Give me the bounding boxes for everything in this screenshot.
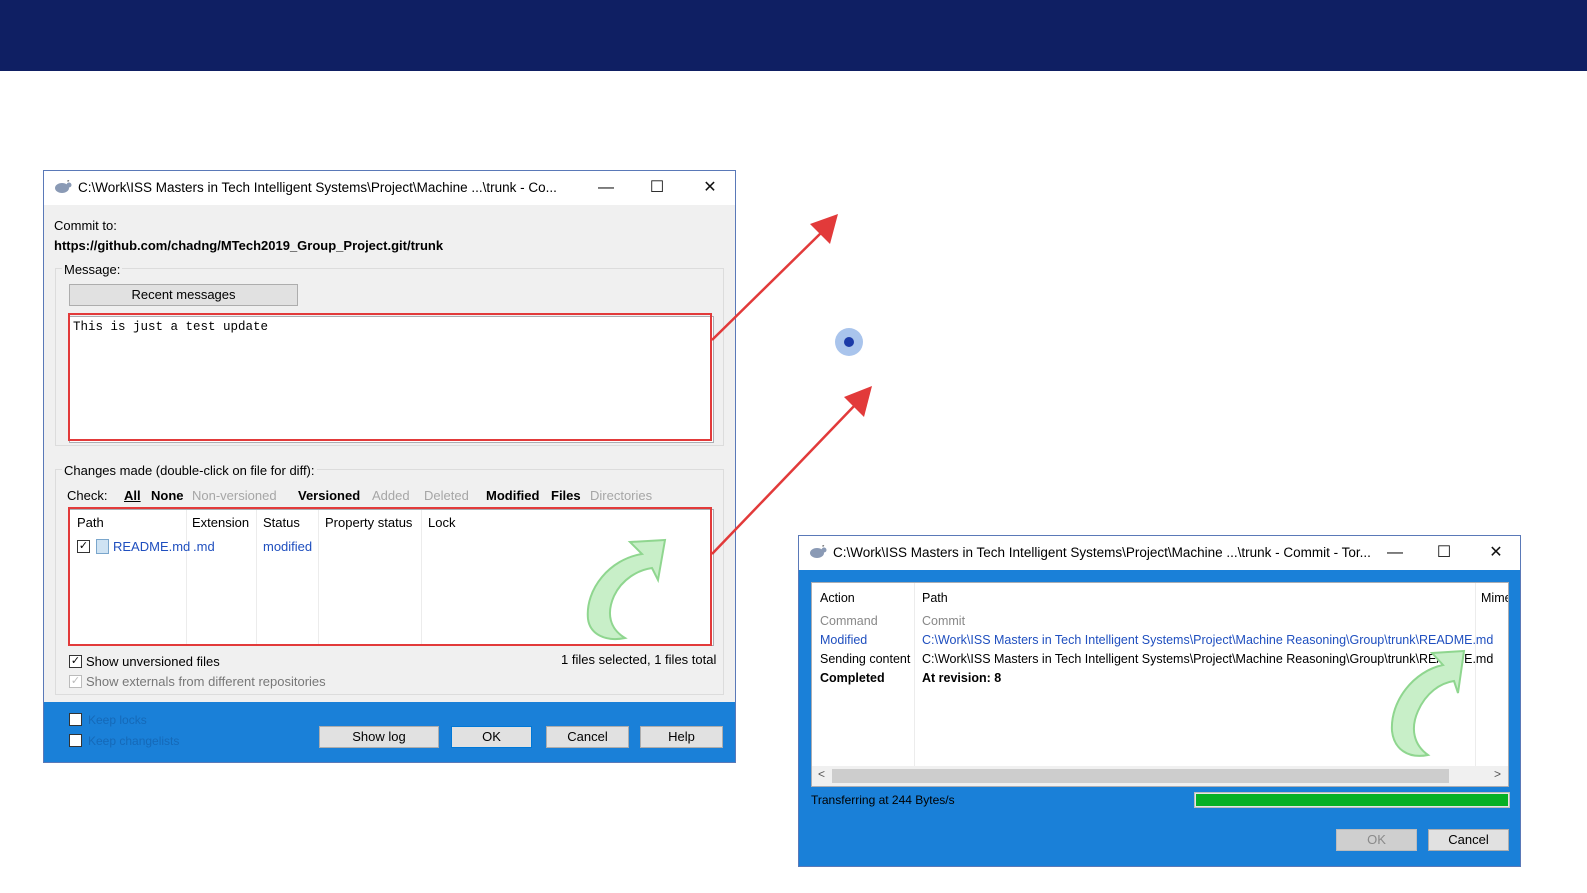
column-divider: [1475, 583, 1476, 766]
scroll-left-icon[interactable]: <: [818, 767, 825, 781]
minimize-icon[interactable]: —: [583, 175, 629, 201]
maximize-icon[interactable]: ☐: [1421, 540, 1467, 566]
check-label: Check:: [67, 488, 108, 503]
minimize-icon[interactable]: —: [1372, 540, 1418, 566]
cancel-button[interactable]: Cancel: [546, 726, 629, 748]
column-action[interactable]: Action: [820, 591, 855, 605]
commit-progress-dialog: * C:\Work\ISS Masters in Tech Intelligen…: [798, 535, 1521, 867]
close-icon[interactable]: ✕: [687, 175, 733, 201]
filter-none-link[interactable]: None: [151, 488, 184, 503]
window-title: C:\Work\ISS Masters in Tech Intelligent …: [833, 545, 1371, 560]
progress-list[interactable]: Action Path Mime Command Commit Modified…: [811, 582, 1509, 787]
keep-locks-label: Keep locks: [88, 713, 147, 727]
filter-added-link[interactable]: Added: [372, 488, 410, 503]
commit-to-label: Commit to:: [54, 218, 117, 233]
maximize-icon[interactable]: ☐: [634, 175, 680, 201]
row-action: Sending content: [820, 652, 911, 666]
filter-nonversioned-link[interactable]: Non-versioned: [192, 488, 277, 503]
slide-header-bar: [0, 0, 1587, 71]
show-externals-checkbox[interactable]: ✓: [69, 675, 82, 688]
commit-dialog: * C:\Work\ISS Masters in Tech Intelligen…: [43, 170, 736, 763]
tortoise-app-icon: *: [54, 180, 72, 194]
progress-dialog-titlebar[interactable]: * C:\Work\ISS Masters in Tech Intelligen…: [799, 536, 1520, 570]
row-action: Modified: [820, 633, 868, 647]
cancel-button[interactable]: Cancel: [1428, 829, 1509, 851]
filter-modified-link[interactable]: Modified: [486, 488, 539, 503]
keep-locks-checkbox[interactable]: [69, 713, 82, 726]
column-divider: [914, 583, 915, 766]
scroll-right-icon[interactable]: >: [1494, 767, 1501, 781]
bullet-marker: [835, 328, 863, 356]
tortoise-app-icon: *: [809, 545, 827, 559]
changes-label: Changes made (double-click on file for d…: [62, 463, 317, 478]
column-path[interactable]: Path: [922, 591, 948, 605]
window-title: C:\Work\ISS Masters in Tech Intelligent …: [78, 180, 557, 195]
progress-fill: [1196, 794, 1508, 806]
ok-button[interactable]: OK: [451, 726, 532, 748]
keep-changelists-label: Keep changelists: [88, 734, 180, 748]
help-button[interactable]: Help: [640, 726, 723, 748]
keep-changelists-checkbox[interactable]: [69, 734, 82, 747]
column-mime[interactable]: Mime: [1481, 591, 1508, 605]
horizontal-scrollbar[interactable]: < >: [812, 766, 1508, 786]
annotation-arrows: [711, 214, 872, 555]
filter-versioned-link[interactable]: Versioned: [298, 488, 360, 503]
ok-button[interactable]: OK: [1336, 829, 1417, 851]
message-highlight-box: [68, 313, 712, 441]
close-icon[interactable]: ✕: [1473, 540, 1519, 566]
filter-all-link[interactable]: All: [124, 488, 141, 503]
commit-dialog-footer: Keep locks Keep changelists Show log OK …: [44, 702, 735, 762]
filter-files-link[interactable]: Files: [551, 488, 581, 503]
commit-url: https://github.com/chadng/MTech2019_Grou…: [54, 238, 444, 253]
filter-deleted-link[interactable]: Deleted: [424, 488, 469, 503]
show-externals-label: Show externals from different repositori…: [86, 674, 326, 689]
row-action: Completed: [820, 671, 885, 685]
transfer-status: Transferring at 244 Bytes/s: [811, 793, 955, 807]
commit-dialog-titlebar[interactable]: * C:\Work\ISS Masters in Tech Intelligen…: [44, 171, 735, 205]
row-action: Command: [820, 614, 878, 628]
message-label: Message:: [62, 262, 123, 277]
show-unversioned-checkbox[interactable]: ✓: [69, 655, 82, 668]
show-unversioned-label: Show unversioned files: [86, 654, 220, 669]
filter-directories-link[interactable]: Directories: [590, 488, 652, 503]
row-path: Commit: [922, 614, 966, 628]
recent-messages-button[interactable]: Recent messages: [69, 284, 298, 306]
selection-summary: 1 files selected, 1 files total: [561, 652, 717, 667]
scrollbar-thumb[interactable]: [832, 769, 1449, 783]
show-log-button[interactable]: Show log: [319, 726, 439, 748]
transfer-progress-bar: [1194, 792, 1510, 808]
tortoise-logo-watermark: [1390, 649, 1466, 757]
row-path: At revision: 8: [922, 671, 1002, 685]
files-highlight-box: [68, 507, 712, 646]
